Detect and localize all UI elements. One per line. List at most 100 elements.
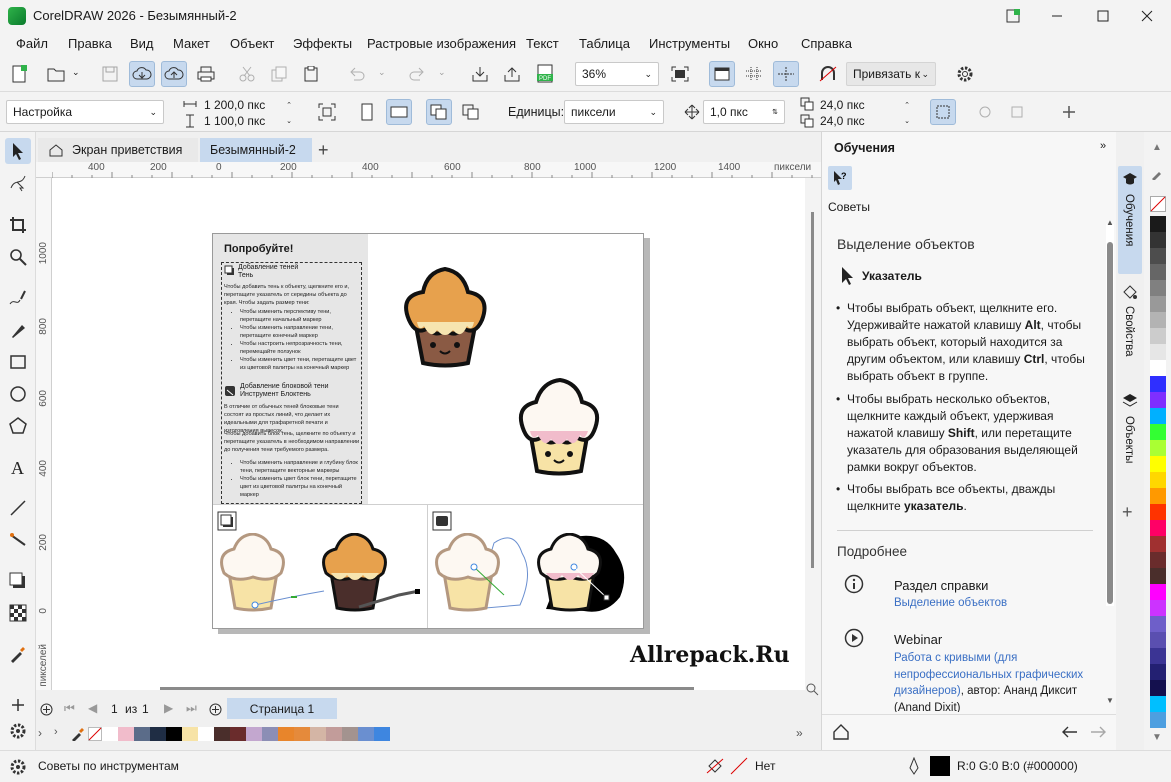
save-icon[interactable]	[97, 61, 123, 87]
palette-scroll-right-icon[interactable]: »	[796, 726, 803, 740]
color-swatch[interactable]	[182, 727, 198, 741]
polygon-tool-icon[interactable]	[5, 413, 31, 439]
horizontal-ruler[interactable]: 400 200 0 200 400 600 800 1000 1200 1400…	[36, 162, 821, 178]
color-swatch[interactable]	[1150, 712, 1166, 728]
rectangle-tool-icon[interactable]	[5, 349, 31, 375]
add-tool-icon[interactable]	[5, 692, 31, 718]
paste-icon[interactable]	[298, 61, 324, 87]
color-swatch[interactable]	[1150, 328, 1166, 344]
prev-page-icon[interactable]: ◀	[88, 701, 97, 715]
color-swatch[interactable]	[1150, 584, 1166, 600]
tab-document[interactable]: Безымянный-2	[200, 138, 312, 162]
color-swatch[interactable]	[214, 727, 230, 741]
landscape-icon[interactable]	[386, 99, 412, 125]
page-width-input[interactable]: 1 200,0 пкс ⌃	[200, 96, 296, 113]
tips-pointer-icon[interactable]: ?	[828, 166, 852, 190]
menu-help[interactable]: Справка	[801, 36, 852, 51]
vertical-scrollbar[interactable]	[811, 212, 814, 568]
crop-tool-icon[interactable]	[5, 212, 31, 238]
palette-scroll-left-icon[interactable]: ›	[38, 726, 42, 740]
color-swatch[interactable]	[1150, 696, 1166, 712]
color-swatch[interactable]	[118, 727, 134, 741]
color-swatch[interactable]	[1150, 456, 1166, 472]
connector-tool-icon[interactable]	[5, 527, 31, 553]
back-arrow-icon[interactable]	[1060, 725, 1078, 739]
menu-edit[interactable]: Правка	[68, 36, 112, 51]
color-swatch[interactable]	[1150, 344, 1166, 360]
eyedropper-tool-icon[interactable]	[5, 641, 31, 667]
profile-icon[interactable]	[990, 0, 1036, 32]
dup-y-stepper-icon[interactable]: ⌄	[904, 117, 910, 125]
color-swatch[interactable]	[1150, 280, 1166, 296]
export-icon[interactable]	[499, 61, 525, 87]
palette-expand-icon[interactable]: ›	[54, 726, 58, 738]
menu-bitmaps[interactable]: Растровые изображения	[367, 36, 516, 51]
zoom-corner-icon[interactable]	[805, 682, 819, 696]
nudge-distance-input[interactable]: 1,0 пкс ⇅	[703, 100, 785, 124]
add-docker-icon[interactable]: +	[1122, 502, 1133, 523]
snap-objects-icon[interactable]	[972, 99, 998, 125]
color-swatch[interactable]	[1150, 424, 1166, 440]
no-fill-swatch-icon[interactable]	[730, 757, 748, 775]
menu-object[interactable]: Объект	[230, 36, 274, 51]
menu-view[interactable]: Вид	[130, 36, 154, 51]
dup-x-stepper-icon[interactable]: ⌃	[904, 101, 910, 109]
close-button[interactable]	[1124, 0, 1170, 32]
no-color-swatch-icon[interactable]	[88, 727, 102, 741]
color-swatch[interactable]	[1150, 520, 1166, 536]
color-swatch[interactable]	[1150, 680, 1166, 696]
color-swatch[interactable]	[1150, 600, 1166, 616]
portrait-icon[interactable]	[354, 99, 380, 125]
minimize-button[interactable]	[1034, 0, 1080, 32]
color-swatch[interactable]	[1150, 360, 1166, 376]
color-swatch[interactable]	[326, 727, 342, 741]
zoom-tool-icon[interactable]	[5, 244, 31, 270]
snap-off-icon[interactable]	[815, 61, 841, 87]
docker-expand-icon[interactable]: »	[1100, 140, 1106, 152]
copy-icon[interactable]	[266, 61, 292, 87]
palette-scroll-down-icon[interactable]: ▼	[1152, 732, 1162, 743]
undo-dropdown-icon[interactable]: ⌄	[378, 67, 386, 78]
current-page-icon[interactable]	[458, 99, 484, 125]
settings-gear-icon[interactable]	[952, 61, 978, 87]
text-tool-icon[interactable]: A	[5, 454, 31, 480]
freehand-tool-icon[interactable]	[5, 285, 31, 311]
color-swatch[interactable]	[230, 727, 246, 741]
treat-as-filled-icon[interactable]	[930, 99, 956, 125]
help-link[interactable]: Выделение объектов	[894, 597, 1007, 609]
ellipse-tool-icon[interactable]	[5, 381, 31, 407]
color-swatch[interactable]	[1150, 504, 1166, 520]
page-tab[interactable]: Страница 1	[227, 698, 337, 719]
color-swatch[interactable]	[1150, 248, 1166, 264]
palette-eyedropper-icon[interactable]	[70, 727, 84, 741]
forward-arrow-icon[interactable]	[1090, 725, 1108, 739]
color-swatch[interactable]	[102, 727, 118, 741]
color-swatch[interactable]	[166, 727, 182, 741]
add-button-icon[interactable]	[1056, 99, 1082, 125]
pick-tool-icon[interactable]	[5, 138, 31, 164]
snap-to-dropdown[interactable]: Привязать к ⌄	[846, 62, 936, 86]
undo-icon[interactable]	[344, 61, 370, 87]
print-icon[interactable]	[193, 61, 219, 87]
menu-text[interactable]: Текст	[526, 36, 559, 51]
outline-color-swatch[interactable]	[930, 756, 950, 776]
color-swatch[interactable]	[1150, 392, 1166, 408]
color-swatch[interactable]	[1150, 376, 1166, 392]
palette-eyedropper-icon[interactable]	[1150, 166, 1164, 180]
units-select[interactable]: пиксели ⌄	[564, 100, 664, 124]
color-swatch[interactable]	[1150, 232, 1166, 248]
duplicate-x-input[interactable]: 24,0 пкс ⌃	[816, 96, 914, 113]
palette-scroll-up-icon[interactable]: ▲	[1152, 142, 1162, 153]
color-swatch[interactable]	[1150, 664, 1166, 680]
color-swatch[interactable]	[342, 727, 358, 741]
color-swatch[interactable]	[1150, 616, 1166, 632]
menu-table[interactable]: Таблица	[579, 36, 630, 51]
color-swatch[interactable]	[1150, 408, 1166, 424]
add-page-after-icon[interactable]	[209, 703, 222, 716]
menu-tools[interactable]: Инструменты	[649, 36, 730, 51]
full-screen-icon[interactable]	[667, 61, 693, 87]
color-swatch[interactable]	[1150, 632, 1166, 648]
color-swatch[interactable]	[294, 727, 310, 741]
preset-select[interactable]: Настройка ⌄	[6, 100, 164, 124]
settings-gear-icon[interactable]	[9, 758, 27, 776]
